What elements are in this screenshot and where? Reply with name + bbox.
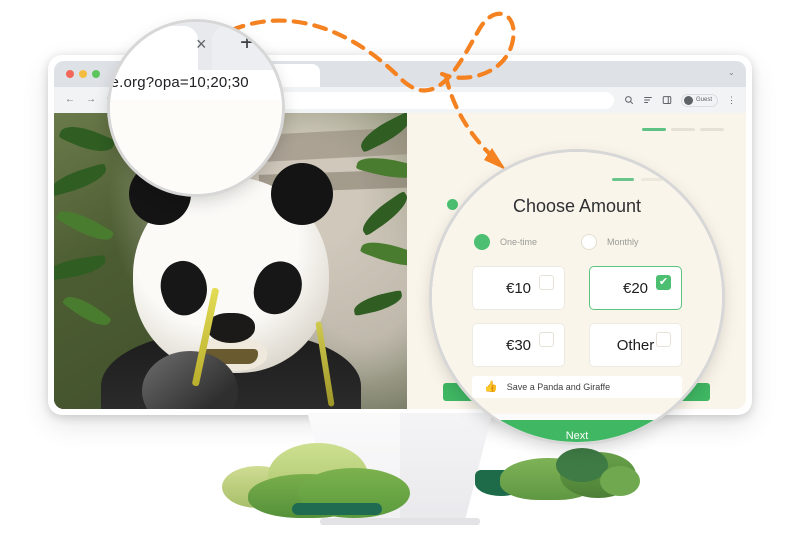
zoom-amount-option-30[interactable]: €30: [472, 323, 565, 367]
zoom-frequency-option-monthly[interactable]: Monthly: [581, 234, 639, 250]
reading-list-icon[interactable]: [643, 95, 653, 105]
minimize-window-dot[interactable]: [79, 70, 87, 78]
browser-menu-icon[interactable]: ⋮: [727, 95, 736, 106]
magnifier-content-form: Choose Amount One-time Monthly €10 €20 ✔…: [432, 152, 722, 442]
chevron-down-icon[interactable]: ⌄: [728, 69, 736, 77]
zoom-progress-stepper: [612, 178, 692, 181]
close-icon[interactable]: ×: [196, 34, 207, 55]
avatar: [683, 95, 693, 105]
monitor-stand-base: [320, 518, 480, 525]
magnifier-content-tab: × + ge.org?opa=10;20;30: [110, 22, 282, 194]
step-indicator: [670, 178, 692, 181]
toolbar-icons: Guest ⋮: [624, 93, 736, 107]
step-indicator: [641, 178, 663, 181]
zoom-next-button[interactable]: Next: [432, 420, 722, 442]
checkbox-icon-checked[interactable]: ✔: [656, 275, 671, 290]
magnifier-lens-form: Choose Amount One-time Monthly €10 €20 ✔…: [432, 152, 722, 442]
progress-stepper: [642, 128, 724, 131]
zoom-active-tab[interactable]: [110, 26, 198, 70]
zoom-url-text: ge.org?opa=10;20;30: [110, 74, 249, 91]
profile-chip[interactable]: Guest: [680, 93, 718, 107]
thumbs-up-icon: 👍: [484, 380, 498, 393]
new-tab-icon[interactable]: +: [240, 31, 254, 55]
step-indicator: [642, 128, 666, 131]
zoom-photo-content: [110, 100, 282, 194]
side-panel-icon[interactable]: [662, 95, 672, 105]
zoom-photo-region: [110, 100, 282, 194]
step-indicator: [700, 128, 724, 131]
checkbox-icon[interactable]: [539, 332, 554, 347]
maximize-window-dot[interactable]: [92, 70, 100, 78]
radio-icon-selected: [474, 234, 490, 250]
zoom-frequency-group: One-time Monthly: [474, 234, 692, 250]
checkbox-icon[interactable]: [539, 275, 554, 290]
amount-label: €10: [505, 279, 532, 297]
zoom-amount-grid: €10 €20 ✔ €30 Other: [472, 266, 682, 367]
zoom-addon-row[interactable]: 👍 Save a Panda and Giraffe: [472, 376, 682, 398]
panda-head: [128, 163, 333, 373]
addon-label: Save a Panda and Giraffe: [506, 382, 611, 392]
close-window-dot[interactable]: [66, 70, 74, 78]
zoom-amount-option-20-selected[interactable]: €20 ✔: [589, 266, 682, 310]
nav-buttons: ← → ⟳: [65, 95, 115, 105]
bush-dark-base: [292, 503, 382, 515]
amount-label: Other: [616, 336, 655, 354]
frequency-label: Monthly: [607, 237, 639, 247]
window-traffic-lights: [66, 70, 100, 78]
zoom-amount-option-10[interactable]: €10: [472, 266, 565, 310]
magnifier-lens-tab: × + ge.org?opa=10;20;30: [110, 22, 282, 194]
zoom-frequency-option-one-time[interactable]: One-time: [474, 234, 537, 250]
bush-light: [600, 466, 640, 496]
frequency-label: One-time: [500, 237, 538, 247]
search-icon[interactable]: [624, 95, 634, 105]
amount-label: €20: [622, 279, 649, 297]
zoom-page-title: Choose Amount: [512, 196, 642, 216]
back-icon[interactable]: ←: [65, 95, 75, 105]
step-indicator: [671, 128, 695, 131]
checkbox-icon[interactable]: [656, 332, 671, 347]
step-indicator-active: [612, 178, 634, 181]
scene-root: ⌄ ← → ⟳ ge.org?opa=10;20;30: [0, 0, 800, 534]
panda-eye-patch-right: [247, 255, 308, 321]
zoom-amount-option-other[interactable]: Other: [589, 323, 682, 367]
profile-label: Guest: [695, 97, 712, 103]
amount-label: €30: [505, 336, 532, 354]
forward-icon[interactable]: →: [86, 95, 96, 105]
panda-eye-patch-left: [153, 255, 214, 321]
panda-nose: [206, 313, 255, 343]
radio-icon: [581, 234, 598, 250]
